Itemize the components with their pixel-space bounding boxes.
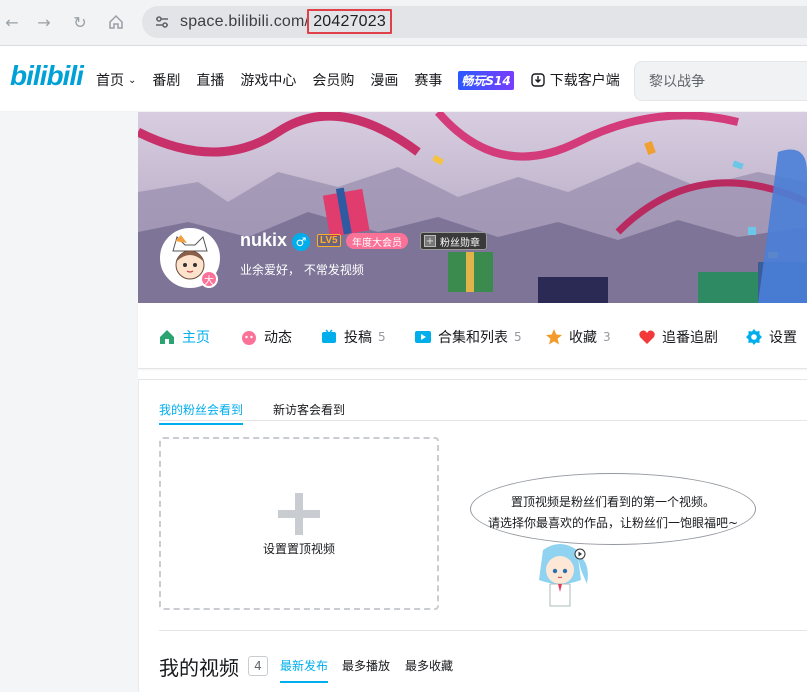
my-videos-title: 我的视频 [159,656,239,680]
search-input[interactable]: 黎以战争 [634,61,807,101]
tab-collections[interactable]: 合集和列表 5 [414,327,522,347]
nav-download-client[interactable]: 下载客户端 [530,70,620,90]
heart-icon [638,328,656,346]
tab-collections-label: 合集和列表 [438,330,508,346]
tab-home-label: 主页 [182,330,210,346]
user-signature: 业余爱好， 不常发视频 [240,263,364,277]
site-header: bilibili 首页 ⌄ 番剧 直播 游戏中心 会员购 漫画 赛事 畅玩S14 … [0,46,807,112]
fan-badge-button[interactable]: + 粉丝勋章 [420,232,487,250]
reload-icon[interactable]: ↻ [68,10,92,34]
download-icon [530,72,546,88]
tab-favorites-label: 收藏 [569,330,597,346]
nav-mall[interactable]: 会员购 [312,70,354,90]
address-bar[interactable]: space.bilibili.com/20427023 [142,6,807,38]
fan-badge-label: 粉丝勋章 [440,237,480,249]
tab-dynamic[interactable]: 动态 [240,327,292,347]
profile-banner [138,112,807,303]
tab-uploads-label: 投稿 [344,330,372,346]
back-icon[interactable]: ← [0,10,24,34]
chevron-down-icon: ⌄ [128,74,137,86]
tab-settings-label: 设置 [769,330,797,346]
subtab-fans-see[interactable]: 我的粉丝会看到 [159,401,244,425]
browser-toolbar: ← → ↻ space.bilibili.com/20427023 [0,0,807,46]
left-margin [0,112,138,692]
tab-favorites-count: 3 [603,330,611,344]
url-text: space.bilibili.com/20427023 [180,9,392,34]
url-path-highlight: 20427023 [307,9,392,34]
tab-bangumi-label: 追番追剧 [662,330,718,346]
home-button-icon[interactable] [104,10,128,34]
nav-esports[interactable]: 赛事 [414,70,442,90]
avatar-level-badge: 大 [200,270,218,288]
vip-badge: 年度大会员 [346,233,408,249]
nav-home[interactable]: 首页 ⌄ [96,70,136,90]
site-settings-icon[interactable] [152,12,172,32]
banner-illustration [138,112,807,303]
sort-most-favorited[interactable]: 最多收藏 [405,657,453,681]
nav-game-center[interactable]: 游戏中心 [240,70,296,90]
bilibili-logo[interactable]: bilibili [10,60,84,92]
nav-manga[interactable]: 漫画 [370,70,398,90]
collection-icon [414,328,432,346]
tip-text-line2: 请选择你最喜欢的作品，让粉丝们一饱眼福吧~ [487,516,739,530]
tab-favorites[interactable]: 收藏 3 [545,327,611,347]
upload-icon [320,328,338,346]
tab-uploads[interactable]: 投稿 5 [320,327,386,347]
set-pinned-video-label: 设置置顶视频 [262,542,335,556]
level-badge: LV5 [317,234,341,247]
tab-bangumi[interactable]: 追番追剧 [638,327,718,347]
subtab-divider [159,420,807,421]
forward-icon[interactable]: → [32,10,56,34]
sort-latest[interactable]: 最新发布 [280,657,329,683]
star-icon [545,328,563,346]
url-domain: space.bilibili.com/ [180,13,310,30]
section-divider [159,630,807,631]
nav-home-label: 首页 [96,73,124,89]
nav-anime[interactable]: 番剧 [152,70,180,90]
home-icon [158,328,176,346]
nav-download-label: 下载客户端 [549,73,620,89]
sort-most-played[interactable]: 最多播放 [342,657,390,681]
profile-tabs: 主页 动态 投稿 5 合集和列表 5 收藏 3 追番追剧 设置 [138,303,807,369]
tab-dynamic-label: 动态 [264,330,292,346]
plus-icon [278,493,320,535]
tab-home[interactable]: 主页 [158,327,210,347]
tab-collections-count: 5 [514,330,522,344]
plus-icon: + [424,235,436,247]
tab-settings[interactable]: 设置 [745,327,797,347]
search-placeholder: 黎以战争 [649,74,705,90]
nav-s14-promo[interactable]: 畅玩S14 [458,71,514,90]
user-name: nukix [240,230,288,250]
tab-uploads-count: 5 [378,330,386,344]
main-nav: 首页 ⌄ 番剧 直播 游戏中心 会员购 漫画 赛事 畅玩S14 下载客户端 [96,70,636,90]
dynamic-icon [240,328,258,346]
gear-icon [745,328,763,346]
mascot-illustration [539,544,588,607]
nav-live[interactable]: 直播 [196,70,224,90]
male-icon: ♂ [292,233,310,251]
tip-text-line1: 置顶视频是粉丝们看到的第一个视频。 [510,495,715,509]
my-videos-count: 4 [248,656,268,676]
